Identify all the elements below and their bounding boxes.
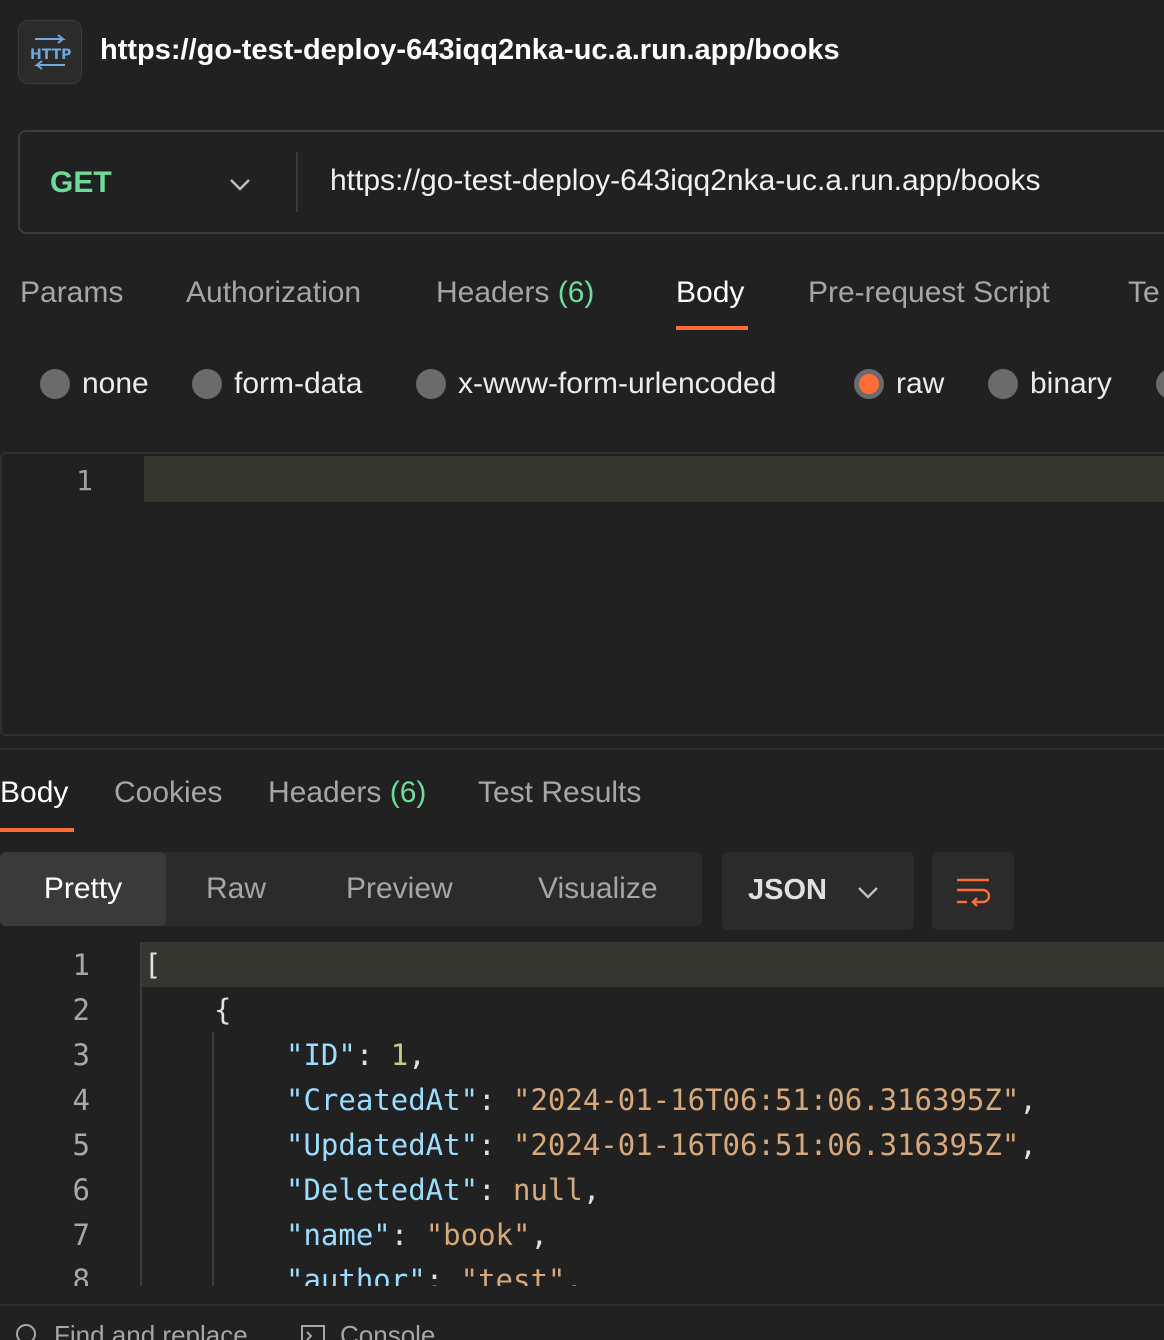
code-line: "DeletedAt": null, <box>286 1173 601 1207</box>
request-tabs: Params Authorization Headers (6) Body Pr… <box>0 262 1164 332</box>
view-raw-button[interactable]: Raw <box>206 852 266 926</box>
radio-dot <box>1156 369 1164 399</box>
code-line: "ID": 1, <box>286 1038 426 1072</box>
view-pretty-button[interactable]: Pretty <box>0 852 166 926</box>
json-key: "author" <box>286 1263 426 1286</box>
radio-binary-label: binary <box>1030 367 1112 400</box>
json-key: "CreatedAt" <box>286 1083 479 1117</box>
tab-prerequest-script[interactable]: Pre-request Script <box>808 276 1050 310</box>
response-tab-body[interactable]: Body <box>0 776 68 810</box>
url-divider <box>296 152 298 212</box>
json-value: null <box>512 1173 583 1207</box>
line-number: 2 <box>72 993 90 1027</box>
code-line: [ <box>144 948 161 982</box>
code-line: { <box>214 993 231 1027</box>
json-key: "UpdatedAt" <box>286 1128 479 1162</box>
radio-urlencoded[interactable]: x-www-form-urlencoded <box>416 356 776 412</box>
url-bar: GET https://go-test-deploy-643iqq2nka-uc… <box>18 130 1164 234</box>
radio-raw-label: raw <box>896 367 945 400</box>
response-body-viewer[interactable]: 1 2 3 4 5 6 7 8 [ { "ID": 1, "CreatedAt"… <box>0 942 1164 1286</box>
line-number: 7 <box>72 1218 90 1252</box>
http-icon: HTTP <box>18 20 82 84</box>
chevron-down-icon <box>858 887 878 899</box>
request-header: HTTP https://go-test-deploy-643iqq2nka-u… <box>0 0 1164 106</box>
console-icon <box>301 1324 325 1340</box>
response-tabs: Body Cookies Headers (6) Test Results <box>0 748 1164 832</box>
body-type-options: none form-data x-www-form-urlencoded raw… <box>0 356 1164 412</box>
line-number: 5 <box>72 1128 90 1162</box>
request-title[interactable]: https://go-test-deploy-643iqq2nka-uc.a.r… <box>100 34 840 67</box>
radio-dot <box>988 369 1018 399</box>
gutter-divider <box>140 942 142 1286</box>
json-key: "name" <box>286 1218 391 1252</box>
json-value: "book" <box>425 1218 531 1252</box>
search-icon <box>16 1323 36 1340</box>
console-button[interactable]: Console <box>300 1320 435 1340</box>
response-tab-test-results[interactable]: Test Results <box>478 776 641 810</box>
code-line: "UpdatedAt": "2024-01-16T06:51:06.316395… <box>286 1128 1037 1162</box>
line-number: 6 <box>72 1173 90 1207</box>
tab-body-underline <box>676 326 748 330</box>
code-line: "name": "book", <box>286 1218 548 1252</box>
url-input[interactable]: https://go-test-deploy-643iqq2nka-uc.a.r… <box>330 164 1040 198</box>
wrap-lines-icon <box>957 878 991 907</box>
tab-headers-count: (6) <box>557 276 595 309</box>
format-select[interactable]: JSON <box>722 852 914 930</box>
radio-none[interactable]: none <box>40 356 149 412</box>
tab-authorization[interactable]: Authorization <box>186 276 361 310</box>
code-line: "author": "test", <box>286 1263 583 1286</box>
response-tab-cookies[interactable]: Cookies <box>114 776 222 810</box>
response-tab-headers-count: (6) <box>389 776 427 809</box>
radio-urlencoded-label: x-www-form-urlencoded <box>458 367 777 400</box>
code-token: [ <box>144 948 162 982</box>
radio-dot <box>40 369 70 399</box>
status-bar: Find and replace Console <box>0 1304 1164 1340</box>
find-replace-label: Find and replace <box>54 1320 248 1340</box>
wrap-lines-button[interactable] <box>932 852 1014 930</box>
code-line: "CreatedAt": "2024-01-16T06:51:06.316395… <box>286 1083 1037 1117</box>
response-tab-headers-label: Headers <box>268 776 382 809</box>
tab-headers-label: Headers <box>436 276 550 309</box>
view-mode-group: Pretty Raw Preview Visualize <box>0 852 702 926</box>
json-value: 1 <box>390 1038 409 1072</box>
radio-dot-selected <box>854 369 884 399</box>
tab-body[interactable]: Body <box>676 276 744 310</box>
radio-binary[interactable]: binary <box>988 356 1112 412</box>
radio-graphql[interactable] <box>1156 356 1164 412</box>
radio-dot <box>416 369 446 399</box>
json-value: "2024-01-16T06:51:06.316395Z" <box>512 1128 1020 1162</box>
line-number: 1 <box>72 948 90 982</box>
radio-form-data[interactable]: form-data <box>192 356 362 412</box>
indent-guide <box>212 1032 214 1286</box>
svg-text:HTTP: HTTP <box>30 47 71 63</box>
json-key: "ID" <box>286 1038 356 1072</box>
radio-form-data-label: form-data <box>234 367 363 400</box>
line-number: 4 <box>72 1083 90 1117</box>
code-token: { <box>214 993 232 1027</box>
line-number: 3 <box>72 1038 90 1072</box>
line-number: 8 <box>72 1263 90 1286</box>
radio-none-label: none <box>82 367 149 400</box>
response-tab-headers[interactable]: Headers (6) <box>268 776 426 810</box>
console-label: Console <box>340 1320 436 1340</box>
json-key: "DeletedAt" <box>286 1173 479 1207</box>
view-visualize-button[interactable]: Visualize <box>538 852 658 926</box>
format-label: JSON <box>748 874 827 906</box>
request-body-editor[interactable]: 1 <box>0 452 1164 736</box>
active-line-highlight <box>142 942 1164 987</box>
json-value: "test" <box>460 1263 566 1286</box>
radio-dot <box>192 369 222 399</box>
tab-tests[interactable]: Te <box>1128 276 1160 310</box>
tab-params[interactable]: Params <box>20 276 123 310</box>
find-replace-button[interactable]: Find and replace <box>14 1320 248 1340</box>
chevron-down-icon[interactable] <box>228 172 252 196</box>
method-select[interactable]: GET <box>50 166 112 200</box>
radio-raw[interactable]: raw <box>854 356 944 412</box>
view-preview-button[interactable]: Preview <box>346 852 453 926</box>
response-tab-body-underline <box>0 828 74 832</box>
json-value: "2024-01-16T06:51:06.316395Z" <box>512 1083 1020 1117</box>
tab-headers[interactable]: Headers (6) <box>436 276 594 310</box>
line-number: 1 <box>76 464 93 497</box>
active-line-highlight <box>144 456 1164 502</box>
